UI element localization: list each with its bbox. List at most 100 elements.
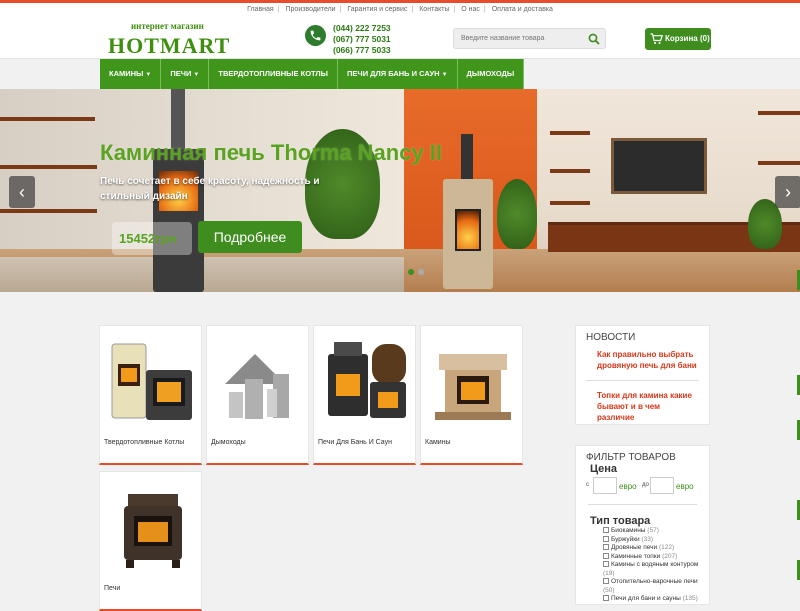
hero-stove-image-2	[443, 134, 493, 289]
type-list: Биокамины (57) Буржуйки (33) Дровяные пе…	[603, 527, 709, 604]
hero-shelf	[758, 111, 800, 115]
hero-shelf	[550, 169, 590, 173]
category-card[interactable]: Камины	[420, 325, 523, 465]
top-link-contacts[interactable]: Контакты	[415, 6, 453, 13]
checkbox[interactable]	[603, 578, 609, 585]
category-card[interactable]: Дымоходы	[206, 325, 309, 465]
category-label: Твердотопливные Котлы	[104, 439, 185, 446]
type-option[interactable]: Дровяные печи (122)	[603, 544, 709, 553]
currency-label: евро	[676, 482, 694, 491]
checkbox[interactable]	[603, 561, 609, 568]
currency-label: евро	[619, 482, 637, 491]
phone-number-3[interactable]: (066) 777 5033	[333, 45, 391, 56]
type-label: Тип товара	[590, 515, 651, 527]
category-card[interactable]: Печи	[99, 471, 202, 611]
type-option[interactable]: Каминные топки (207)	[603, 553, 709, 562]
stove-icon	[124, 494, 182, 568]
nav-item-boilers[interactable]: ТВЕРДОТОПЛИВНЫЕ КОТЛЫ	[209, 59, 339, 89]
nav-item-sauna-stoves[interactable]: ПЕЧИ ДЛЯ БАНЬ И САУН ▼	[338, 59, 458, 89]
type-option[interactable]: Биокамины (57)	[603, 527, 709, 536]
search-input[interactable]	[454, 29, 584, 48]
price-label: Цена	[590, 463, 618, 475]
top-link-payment[interactable]: Оплата и доставка	[488, 6, 557, 13]
news-panel: НОВОСТИ Как правильно выбрать дровяную п…	[575, 325, 710, 425]
checkbox[interactable]	[603, 527, 609, 534]
nav-item-chimneys[interactable]: ДЫМОХОДЫ	[457, 59, 525, 89]
cart-button[interactable]: Корзина (0)	[645, 28, 711, 50]
phone-number-1[interactable]: (044) 222 7253	[333, 23, 391, 34]
type-option[interactable]: Печи для бани и сауны (135)	[603, 595, 709, 604]
hero-description: Печь сочетает в себе красоту, надежность…	[100, 176, 320, 202]
caret-down-icon: ▼	[145, 72, 152, 78]
hero-stove-image	[153, 89, 204, 292]
logo-subtitle: интернет магазин	[131, 21, 204, 31]
slider-dot[interactable]	[418, 269, 424, 275]
nav-item-fireplaces[interactable]: КАМИНЫ ▼	[100, 59, 162, 89]
top-link-about[interactable]: О нас	[457, 6, 484, 13]
filter-title: ФИЛЬТР ТОВАРОВ	[586, 452, 676, 463]
fireplace-icon	[435, 354, 511, 420]
news-title: НОВОСТИ	[586, 332, 636, 343]
search-box	[453, 28, 606, 49]
price-from-input[interactable]	[593, 477, 617, 494]
filter-panel: ФИЛЬТР ТОВАРОВ Цена с евро до евро Тип т…	[575, 445, 710, 605]
checkbox[interactable]	[603, 535, 609, 542]
boiler-icon	[111, 343, 192, 420]
sauna-stove-icon	[328, 342, 406, 418]
category-label: Камины	[425, 439, 451, 446]
site-logo[interactable]: HOTMART	[108, 33, 230, 59]
divider	[588, 504, 697, 505]
top-link-warranty[interactable]: Гарантия и сервис	[343, 6, 411, 13]
category-label: Печи Для Бань И Саун	[318, 439, 392, 446]
cart-icon	[650, 33, 663, 44]
whatsapp-phone-icon	[305, 25, 326, 46]
hero-price: 15452грн	[112, 222, 192, 255]
top-links-bar: Главная | Производители | Гарантия и серви…	[0, 0, 800, 16]
divider	[586, 380, 699, 381]
price-from-label: с	[586, 482, 589, 488]
top-link-manufacturers[interactable]: Производители	[282, 6, 340, 13]
checkbox[interactable]	[603, 552, 609, 559]
hero-shelf	[758, 161, 800, 165]
category-label: Дымоходы	[211, 439, 246, 446]
hero-tv	[611, 138, 707, 194]
checkbox[interactable]	[603, 595, 609, 602]
category-card[interactable]: Твердотопливные Котлы	[99, 325, 202, 465]
type-option[interactable]: Отопительно-варочные печи (50)	[603, 578, 709, 595]
price-to-input[interactable]	[650, 477, 674, 494]
main-nav: КАМИНЫ ▼ ПЕЧИ ▼ ТВЕРДОТОПЛИВНЫЕ КОТЛЫ ПЕЧИ…	[100, 59, 525, 89]
price-range: с евро до евро	[576, 477, 709, 499]
search-icon[interactable]	[588, 33, 600, 45]
hero-shelf	[0, 209, 97, 213]
cart-label: Корзина (0)	[665, 34, 710, 43]
phone-number-2[interactable]: (067) 777 5031	[333, 34, 391, 45]
price-to-label: до	[642, 482, 649, 488]
top-link-home[interactable]: Главная	[243, 6, 278, 13]
type-option[interactable]: Камины с водяным контуром (19)	[603, 561, 709, 578]
hero-shelf	[0, 165, 97, 169]
nav-label: ПЕЧИ ДЛЯ БАНЬ И САУН	[347, 69, 440, 78]
category-label: Печи	[104, 585, 121, 592]
phone-numbers: (044) 222 7253 (067) 777 5031 (066) 777 …	[333, 23, 391, 56]
nav-item-stoves[interactable]: ПЕЧИ ▼	[161, 59, 210, 89]
hero-plant	[497, 179, 537, 249]
hero-more-button[interactable]: Подробнее	[198, 221, 302, 253]
hero-shelf	[550, 131, 590, 135]
nav-label: ПЕЧИ	[170, 69, 192, 78]
checkbox[interactable]	[603, 544, 609, 551]
slider-dot[interactable]	[408, 269, 414, 275]
nav-label: КАМИНЫ	[109, 69, 144, 78]
hero-title: Каминная печь Thorma Nancy II	[100, 140, 443, 165]
slider-dots	[408, 269, 424, 275]
category-card[interactable]: Печи Для Бань И Саун	[313, 325, 416, 465]
nav-label: ТВЕРДОТОПЛИВНЫЕ КОТЛЫ	[218, 69, 329, 78]
hero-shelf	[550, 201, 590, 205]
nav-label: ДЫМОХОДЫ	[466, 69, 515, 78]
caret-down-icon: ▼	[441, 72, 448, 78]
caret-down-icon: ▼	[193, 72, 200, 78]
chevron-left-icon[interactable]: ‹	[9, 176, 35, 208]
hero-shelf	[0, 117, 95, 121]
news-link[interactable]: Топки для камина какие бывают и в чем ра…	[576, 390, 709, 423]
type-option[interactable]: Буржуйки (33)	[603, 536, 709, 545]
news-link[interactable]: Как правильно выбрать дровяную печь для …	[576, 349, 709, 371]
